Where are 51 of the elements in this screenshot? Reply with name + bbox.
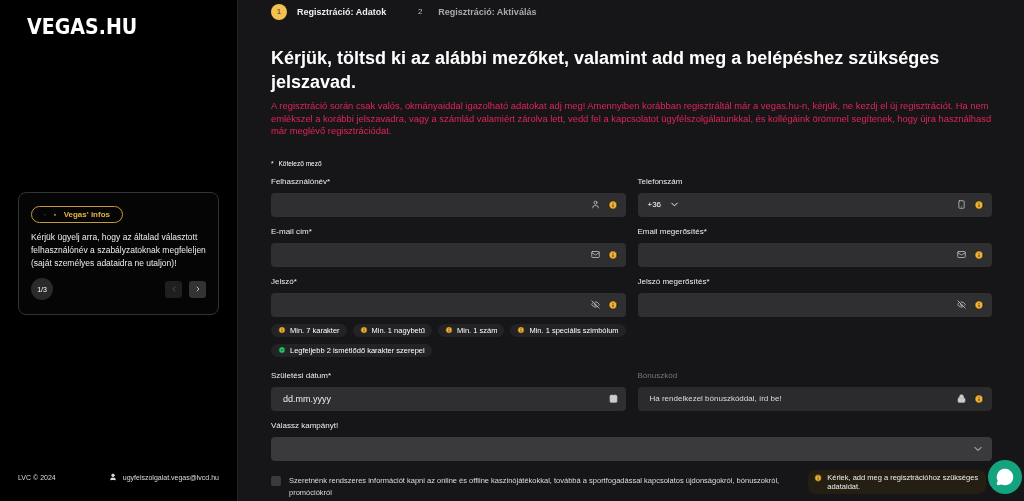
input-field[interactable]: +36 bbox=[637, 192, 992, 217]
input-field[interactable]: dd.mm.yyyy bbox=[271, 386, 626, 411]
field-label: Bónuszkód bbox=[637, 370, 679, 382]
info-icon bbox=[607, 249, 618, 260]
input-field[interactable] bbox=[271, 242, 626, 267]
input-field[interactable] bbox=[271, 192, 626, 217]
info-icon bbox=[814, 473, 823, 483]
field-label: Születési dátum* bbox=[271, 370, 333, 382]
chat-bubble-icon bbox=[996, 468, 1014, 486]
step-tab[interactable]: 1 Regisztráció: Adatok bbox=[271, 3, 387, 20]
field-label: E-mail cím* bbox=[271, 226, 313, 238]
eye-off-icon bbox=[590, 300, 600, 309]
info-icon bbox=[607, 199, 618, 210]
info-icon bbox=[517, 326, 526, 334]
field-label: Válassz kampányt! bbox=[271, 420, 340, 432]
user-icon bbox=[590, 200, 600, 209]
info-icon bbox=[974, 249, 984, 260]
chat-button[interactable] bbox=[988, 460, 1022, 494]
calendar-icon bbox=[608, 394, 618, 403]
user-icon bbox=[108, 473, 117, 481]
input-field[interactable] bbox=[271, 292, 626, 317]
info-icon bbox=[278, 326, 286, 334]
input-field[interactable] bbox=[637, 242, 992, 267]
field-label: Jelszó* bbox=[271, 276, 298, 288]
next-button[interactable] bbox=[189, 280, 206, 298]
field-label: Email megerősítés* bbox=[637, 226, 708, 238]
checkbox[interactable] bbox=[271, 475, 281, 486]
warning-text: A regisztráció során csak valós, okmányaiddal igazolható adatokat adj meg! Amennyiben korábban regisztráltál már a vegas.hu-n, kérjük, ne kezdj el új regisztrációt. Ha nem emlékszel a korábbi jelszavadra, vagy a számlád valamiért zárolva lett, vedd fel a kapcsolatot ügyfélszolgálatunkkal, és kollégáink örömmel segítenek, hogy újra használhasd már meglévő regisztrációdat. bbox=[271, 100, 992, 138]
country-code-select[interactable]: +36 bbox=[647, 199, 681, 210]
badge-label: Vegas' infos bbox=[63, 210, 110, 219]
step-tab[interactable]: 2 Regisztráció: Aktiválás bbox=[412, 3, 537, 20]
mail-icon bbox=[957, 250, 966, 259]
info-icon bbox=[607, 299, 618, 310]
field-label: Felhasználónév* bbox=[271, 176, 332, 188]
lock-icon bbox=[957, 394, 966, 403]
check-icon bbox=[278, 346, 286, 354]
info-text: Kérjük ügyelj arra, hogy az általad választott felhasználónév a szabályzatoknak megfeleljen (saját személyes adataidra ne utaljon)! bbox=[31, 231, 206, 270]
info-icon bbox=[974, 299, 984, 310]
info-icon bbox=[974, 393, 984, 404]
eye-off-icon bbox=[957, 300, 966, 309]
phone-icon bbox=[957, 200, 966, 209]
info-icon bbox=[974, 199, 984, 210]
field-input[interactable]: dd.mm.yyyy bbox=[281, 392, 601, 405]
field-label: Telefonszám bbox=[637, 176, 684, 188]
mail-icon bbox=[590, 250, 600, 259]
input-field[interactable] bbox=[637, 292, 992, 317]
field-label: Jelszó megerősítés* bbox=[637, 276, 711, 288]
info-icon bbox=[445, 326, 453, 334]
info-icon bbox=[359, 326, 368, 334]
page-heading: Kérjük, töltsd ki az alábbi mezőket, valamint add meg a belépéshez szükséges jelszavad. bbox=[271, 47, 941, 94]
logo[interactable]: VEGAS.HU bbox=[27, 13, 219, 39]
